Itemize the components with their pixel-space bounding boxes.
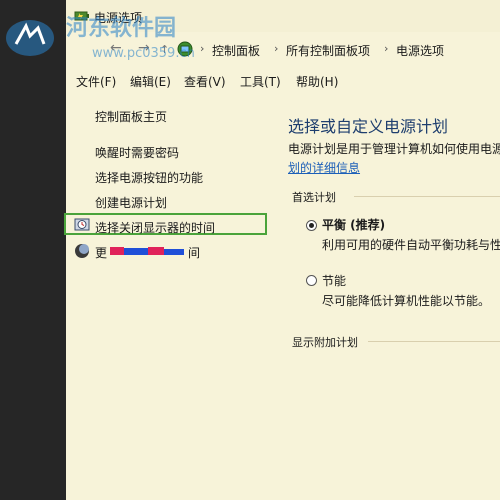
menu-tools[interactable]: 工具(T) [240,73,281,90]
section-divider [354,196,500,197]
menu-view[interactable]: 查看(V) [184,73,226,90]
menu-help[interactable]: 帮助(H) [296,73,338,90]
plan-power-saver-description: 尽可能降低计算机性能以节能。 [322,294,491,308]
power-options-window: 电源选项 ← → ↑ › 控制面板 › 所有控制面板项 › 电源选项 文件(F)… [64,0,500,500]
plan-power-saver-name[interactable]: 节能 [322,272,346,289]
preferred-plans-heading: 首选计划 [292,191,336,204]
plan-balanced-name[interactable]: 平衡 (推荐) [322,216,385,233]
watermark-url: www.pc0359.cn [92,46,195,61]
menu-edit[interactable]: 编辑(E) [130,73,171,90]
watermark-title: 河东软件园 [66,16,177,41]
breadcrumb-power-options[interactable]: 电源选项 [396,42,444,59]
scribble-overlay [110,247,184,255]
sidebar-sleep-time-prefix[interactable]: 更 [95,244,107,261]
breadcrumb-separator-icon: › [384,42,389,55]
sidebar-control-panel-home[interactable]: 控制面板主页 [95,108,167,125]
sidebar-require-password[interactable]: 唤醒时需要密码 [95,144,179,161]
monitor-clock-icon [74,218,90,231]
breadcrumb-separator-icon: › [274,42,279,55]
plan-details-link[interactable]: 划的详细信息 [288,159,360,176]
breadcrumb-separator-icon: › [200,42,205,55]
breadcrumb-all-items[interactable]: 所有控制面板项 [286,42,370,59]
sidebar-turn-off-display[interactable]: 选择关闭显示器的时间 [95,219,215,236]
additional-plans-heading[interactable]: 显示附加计划 [292,334,358,350]
sidebar-sleep-time-suffix[interactable]: 间 [188,244,200,261]
sidebar-create-plan[interactable]: 创建电源计划 [95,194,167,211]
plan-description: 电源计划是用于管理计算机如何使用电源 [288,142,500,156]
watermark-logo-icon [6,20,54,56]
menu-file[interactable]: 文件(F) [76,73,116,90]
plan-power-saver-radio[interactable] [306,275,317,286]
desktop-background [0,0,66,500]
section-divider [368,341,500,342]
plan-balanced-description: 利用可用的硬件自动平衡功耗与性 [322,238,500,252]
menu-bar: 文件(F) 编辑(E) 查看(V) 工具(T) 帮助(H) [66,68,500,92]
moon-sleep-icon [75,244,89,258]
plan-balanced-radio[interactable] [306,220,317,231]
page-title: 选择或自定义电源计划 [288,117,449,136]
breadcrumb-control-panel[interactable]: 控制面板 [212,42,260,59]
sidebar-power-button[interactable]: 选择电源按钮的功能 [95,169,203,186]
